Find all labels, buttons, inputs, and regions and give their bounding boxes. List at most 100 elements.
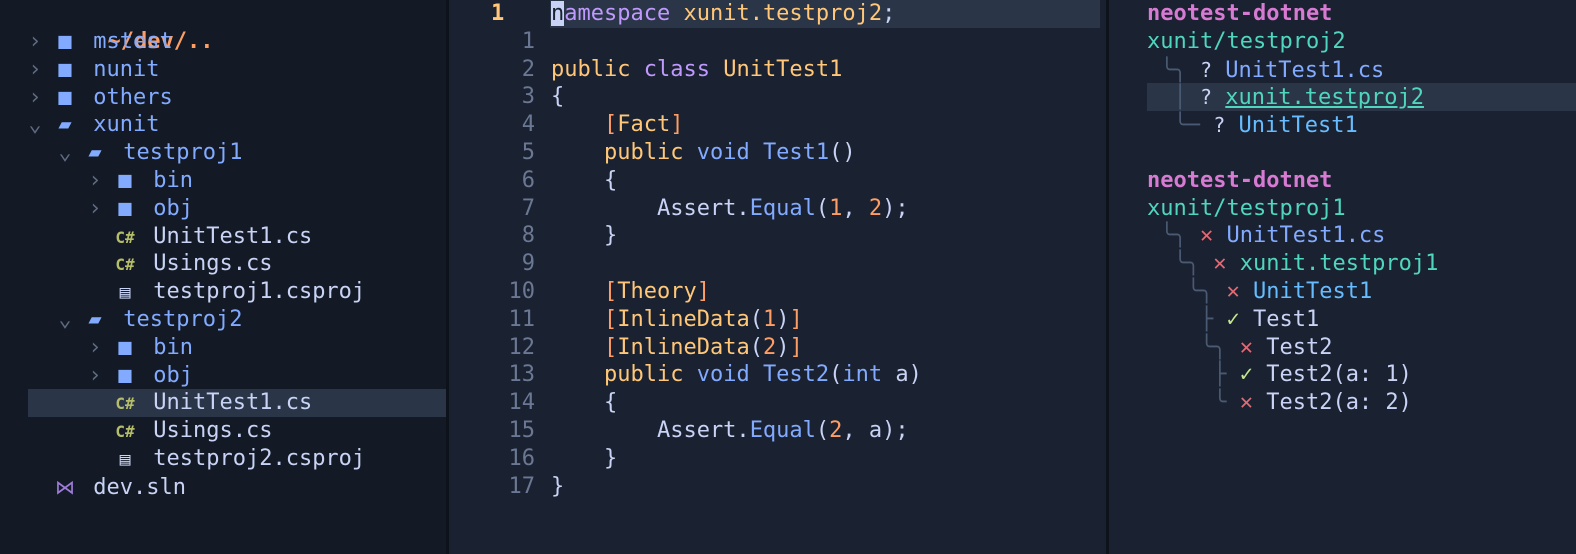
test-node[interactable]: ╰ ✕ Test2(a: 2) <box>1147 389 1412 417</box>
tree-file-row[interactable]: ▤ testproj1.csproj <box>80 278 366 306</box>
chevron-right-icon[interactable]: › <box>80 195 110 223</box>
code-line[interactable]: 12 [InlineData(2)] <box>453 334 803 362</box>
code-token: Theory <box>617 279 697 304</box>
tree-connector: ├ <box>1147 306 1227 332</box>
test-node-label[interactable]: Test2(a: 1) <box>1266 362 1412 387</box>
tree-file-row[interactable]: ▤ testproj2.csproj <box>80 445 366 473</box>
chevron-down-icon[interactable]: ⌄ <box>20 111 50 139</box>
tree-folder-row[interactable]: › ■ bin <box>80 334 193 362</box>
tree-file-row[interactable]: C# UnitTest1.cs <box>80 389 312 417</box>
code-line[interactable]: 15 Assert.Equal(2, a); <box>453 417 909 445</box>
tree-folder-row[interactable]: › ■ bin <box>80 167 193 195</box>
code-token: , a); <box>842 418 909 443</box>
file-explorer-pane[interactable]: ~/dev/.. › ■ mstest › ■ nunit › ■ others ⌄ ▰ xu… <box>0 0 446 554</box>
code-line[interactable]: 2 public class UnitTest1 <box>453 56 843 84</box>
folder-icon: ■ <box>118 168 132 193</box>
tree-item-label: UnitTest1.cs <box>153 223 313 249</box>
tree-folder-row[interactable]: ⌄ ▰ testproj2 <box>50 306 242 334</box>
code-token: 2 <box>762 334 777 360</box>
tree-item-label: testproj2 <box>123 307 243 332</box>
split-divider[interactable] <box>446 0 449 554</box>
tree-folder-row[interactable]: › ■ obj <box>80 195 193 223</box>
tree-file-row[interactable]: C# Usings.cs <box>80 417 272 445</box>
test-node[interactable]: ╰╮ ✕ UnitTest1 <box>1147 278 1372 306</box>
code-token: ( <box>815 195 830 221</box>
test-node[interactable]: │ ? xunit.testproj2 <box>1147 83 1424 111</box>
test-node[interactable]: ╰╮ ✕ Test2 <box>1147 334 1332 362</box>
code-editor-pane[interactable]: 1 namespace xunit.testproj2; 1 2 public clas… <box>453 0 1107 554</box>
project-path: xunit/testproj2 <box>1147 28 1346 56</box>
visual-studio-icon: ⋈ <box>55 474 75 499</box>
code-line[interactable]: 9 <box>453 250 551 278</box>
test-node-label[interactable]: UnitTest1.cs <box>1225 58 1384 83</box>
tree-folder-row[interactable]: › ■ mstest <box>20 28 172 56</box>
code-line[interactable]: 17} <box>453 473 565 501</box>
code-token: ] <box>670 112 684 138</box>
code-token: amespace <box>564 1 684 26</box>
tree-file-row[interactable]: ⋈ dev.sln <box>20 473 186 501</box>
code-token: UnitTest1 <box>723 56 843 82</box>
test-node[interactable]: ╰╮ ✕ xunit.testproj1 <box>1147 250 1438 278</box>
tree-folder-row[interactable]: ⌄ ▰ testproj1 <box>50 139 242 167</box>
code-line[interactable]: 10 [Theory] <box>453 278 710 306</box>
code-line[interactable]: 7 Assert.Equal(1, 2); <box>453 195 909 223</box>
code-token: ( <box>749 306 763 332</box>
test-node-label[interactable]: xunit.testproj2 <box>1225 85 1424 110</box>
code-token: ( <box>829 362 843 388</box>
code-line[interactable]: 6 { <box>453 167 617 195</box>
tree-item-label: Usings.cs <box>153 418 273 444</box>
code-token: [ <box>603 112 618 138</box>
failed-status-icon: ✕ <box>1199 223 1214 249</box>
tree-connector: ╰╮ <box>1147 279 1227 304</box>
tree-item-label: bin <box>153 334 193 360</box>
test-summary-pane[interactable]: neotest-dotnet xunit/testproj2 ╰╮ ? UnitT… <box>1109 0 1576 554</box>
code-line[interactable]: 3{ <box>453 83 565 111</box>
code-token: ] <box>789 306 803 332</box>
chevron-down-icon[interactable]: ⌄ <box>50 306 80 334</box>
tree-folder-row[interactable]: ⌄ ▰ xunit <box>20 111 159 139</box>
test-node-label[interactable]: Test2 <box>1266 335 1332 360</box>
line-number: 15 <box>508 418 536 443</box>
test-node-label[interactable]: Test1 <box>1253 307 1319 332</box>
tree-folder-row[interactable]: › ■ others <box>20 84 172 112</box>
code-line[interactable]: 16 } <box>453 445 618 473</box>
csharp-icon: C# <box>115 394 135 414</box>
code-line[interactable]: 1 <box>453 28 551 56</box>
code-line[interactable]: 13 public void Test2(int a) <box>453 361 922 389</box>
tree-folder-row[interactable]: › ■ nunit <box>20 56 159 84</box>
code-line[interactable]: 8 } <box>453 222 617 250</box>
code-line[interactable]: 14 { <box>453 389 618 417</box>
test-node[interactable]: ╰╮ ? UnitTest1.cs <box>1147 56 1384 84</box>
chevron-right-icon[interactable]: › <box>80 334 110 362</box>
test-node-label[interactable]: xunit.testproj1 <box>1240 251 1439 276</box>
chevron-right-icon[interactable]: › <box>20 56 50 84</box>
test-node-label[interactable]: UnitTest1 <box>1253 279 1372 304</box>
explorer-root-path[interactable]: ~/dev/.. <box>28 0 213 54</box>
tree-item-label: testproj1.csproj <box>153 279 366 305</box>
folder-icon: ■ <box>58 84 72 110</box>
code-line[interactable]: 4 [Fact] <box>453 111 684 139</box>
chevron-right-icon[interactable]: › <box>80 167 110 195</box>
code-line[interactable]: 11 [InlineData(1)] <box>453 306 803 334</box>
test-node[interactable]: ╰─ ? UnitTest1 <box>1147 111 1358 139</box>
test-node-label[interactable]: Test2(a: 2) <box>1266 390 1412 415</box>
code-token: InlineData <box>617 334 750 360</box>
tree-file-row[interactable]: C# Usings.cs <box>80 250 272 278</box>
tree-file-row[interactable]: C# UnitTest1.cs <box>80 223 312 251</box>
chevron-right-icon[interactable]: › <box>80 362 110 390</box>
code-token: xunit.testproj2 <box>683 1 883 26</box>
chevron-right-icon[interactable]: › <box>20 28 50 56</box>
test-node[interactable]: ╰╮ ✕ UnitTest1.cs <box>1147 222 1385 250</box>
chevron-down-icon[interactable]: ⌄ <box>50 139 80 167</box>
failed-status-icon: ✕ <box>1239 334 1253 360</box>
test-node[interactable]: ├ ✓ Test1 <box>1147 306 1319 334</box>
code-token: public <box>603 140 697 165</box>
code-line[interactable]: 5 public void Test1() <box>453 139 856 167</box>
code-line[interactable]: 1 namespace xunit.testproj2; <box>453 0 895 28</box>
chevron-right-icon[interactable]: › <box>20 84 50 112</box>
code-token: ) <box>776 334 790 360</box>
test-node-label[interactable]: UnitTest1.cs <box>1226 223 1385 248</box>
test-node-label[interactable]: UnitTest1 <box>1239 113 1358 138</box>
test-node[interactable]: ├ ✓ Test2(a: 1) <box>1147 361 1412 389</box>
tree-folder-row[interactable]: › ■ obj <box>80 362 193 390</box>
